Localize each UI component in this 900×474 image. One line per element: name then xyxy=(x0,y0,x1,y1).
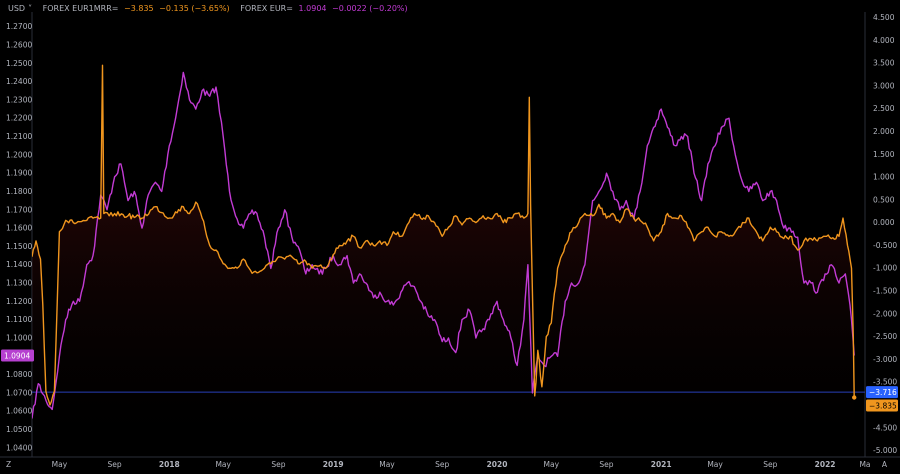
left-tick-label: 1.1100 xyxy=(6,315,32,324)
left-tick-label: 1.0500 xyxy=(6,425,32,434)
right-tick-label: -4.500 xyxy=(873,423,897,432)
left-tick-label: 1.1200 xyxy=(6,297,32,306)
legend-change-eur1mrr: −0.135 (−3.65%) xyxy=(159,4,230,13)
badge-ref-value: −3.716 xyxy=(866,386,898,399)
currency-label[interactable]: USD xyxy=(8,4,25,13)
right-tick-label: -5.000 xyxy=(873,446,897,455)
left-tick-label: 1.0800 xyxy=(6,370,32,379)
right-tick-label: -3.000 xyxy=(873,355,897,364)
left-tick-label: 1.2600 xyxy=(6,41,32,50)
right-tick-label: -1.000 xyxy=(873,264,897,273)
left-tick-label: 1.2500 xyxy=(6,59,32,68)
left-price-axis[interactable]: 1.2700 1.2600 1.2500 1.2400 1.2300 1.2200 1.21… xyxy=(6,22,32,452)
x-tick-label: 2022 xyxy=(815,460,836,469)
left-tick-label: 1.1000 xyxy=(6,334,32,343)
currency-caret-icon[interactable]: ˅ xyxy=(28,4,32,13)
x-tick-label: May xyxy=(215,460,231,469)
x-tick-label: Sep xyxy=(435,460,449,469)
x-tick-label: Sep xyxy=(271,460,285,469)
badge-last-value: −3.835 xyxy=(866,399,898,412)
left-tick-label: 1.1800 xyxy=(6,187,32,196)
x-tick-label: Sep xyxy=(599,460,613,469)
right-tick-label: 3.500 xyxy=(873,59,895,68)
bottom-left-label[interactable]: Z xyxy=(6,460,11,469)
left-tick-label: 1.2300 xyxy=(6,95,32,104)
x-tick-label: 2018 xyxy=(159,460,180,469)
last-value-dot xyxy=(852,395,857,400)
right-tick-label: 1.000 xyxy=(873,173,895,182)
chart-canvas[interactable]: 1.2700 1.2600 1.2500 1.2400 1.2300 1.2200 1.21… xyxy=(0,0,900,474)
x-tick-label: Ma xyxy=(859,460,870,469)
left-tick-label: 1.1400 xyxy=(6,260,32,269)
chart-legend: USD ˅ FOREX EUR1MRR= −3.835 −0.135 (−3.65… xyxy=(8,4,411,18)
bottom-right-label[interactable]: A xyxy=(882,460,888,469)
badge-left-price: 1.0904 xyxy=(1,349,34,362)
left-tick-label: 1.0400 xyxy=(6,443,32,452)
right-tick-label: -2.000 xyxy=(873,309,897,318)
legend-value-eur1mrr: −3.835 xyxy=(124,4,154,13)
right-tick-label: 0.000 xyxy=(873,218,895,227)
badge-ref-value-text: −3.716 xyxy=(869,388,897,397)
eur1mrr-area-fill xyxy=(32,65,855,457)
right-tick-label: 0.500 xyxy=(873,195,895,204)
legend-value-eur: 1.0904 xyxy=(298,4,327,13)
right-tick-label: -1.500 xyxy=(873,287,897,296)
left-tick-label: 1.2400 xyxy=(6,77,32,86)
right-tick-label: -2.500 xyxy=(873,332,897,341)
left-tick-label: 1.1500 xyxy=(6,242,32,251)
x-tick-label: 2021 xyxy=(651,460,672,469)
x-tick-label: 2019 xyxy=(323,460,344,469)
left-tick-label: 1.1300 xyxy=(6,279,32,288)
right-tick-label: 3.000 xyxy=(873,81,895,90)
left-tick-label: 1.2700 xyxy=(6,22,32,31)
x-tick-label: May xyxy=(544,460,560,469)
left-tick-label: 1.1900 xyxy=(6,169,32,178)
legend-name-eur[interactable]: FOREX EUR= xyxy=(240,4,293,13)
left-tick-label: 1.2200 xyxy=(6,114,32,123)
x-tick-label: May xyxy=(707,460,723,469)
legend-change-eur: −0.0022 (−0.20%) xyxy=(332,4,408,13)
legend-name-eur1mrr[interactable]: FOREX EUR1MRR= xyxy=(43,4,119,13)
right-tick-label: 2.000 xyxy=(873,127,895,136)
x-tick-label: 2020 xyxy=(487,460,508,469)
left-tick-label: 1.2100 xyxy=(6,132,32,141)
x-tick-label: Sep xyxy=(108,460,122,469)
right-tick-label: 4.500 xyxy=(873,13,895,22)
badge-left-price-text: 1.0904 xyxy=(4,351,30,360)
left-tick-label: 1.0600 xyxy=(6,407,32,416)
left-tick-label: 1.0700 xyxy=(6,388,32,397)
left-tick-label: 1.2000 xyxy=(6,150,32,159)
x-tick-label: Sep xyxy=(763,460,777,469)
right-tick-label: 4.000 xyxy=(873,36,895,45)
time-axis[interactable]: May Sep 2018 May Sep 2019 May Sep 2020 May Sep 2021… xyxy=(52,460,871,469)
x-tick-label: May xyxy=(379,460,395,469)
x-tick-label: May xyxy=(52,460,68,469)
right-tick-label: 2.500 xyxy=(873,104,895,113)
right-tick-label: 1.500 xyxy=(873,150,895,159)
right-tick-label: -3.500 xyxy=(873,378,897,387)
badge-last-value-text: −3.835 xyxy=(869,401,897,410)
right-tick-label: -0.500 xyxy=(873,241,897,250)
left-tick-label: 1.1600 xyxy=(6,224,32,233)
left-tick-label: 1.1700 xyxy=(6,205,32,214)
